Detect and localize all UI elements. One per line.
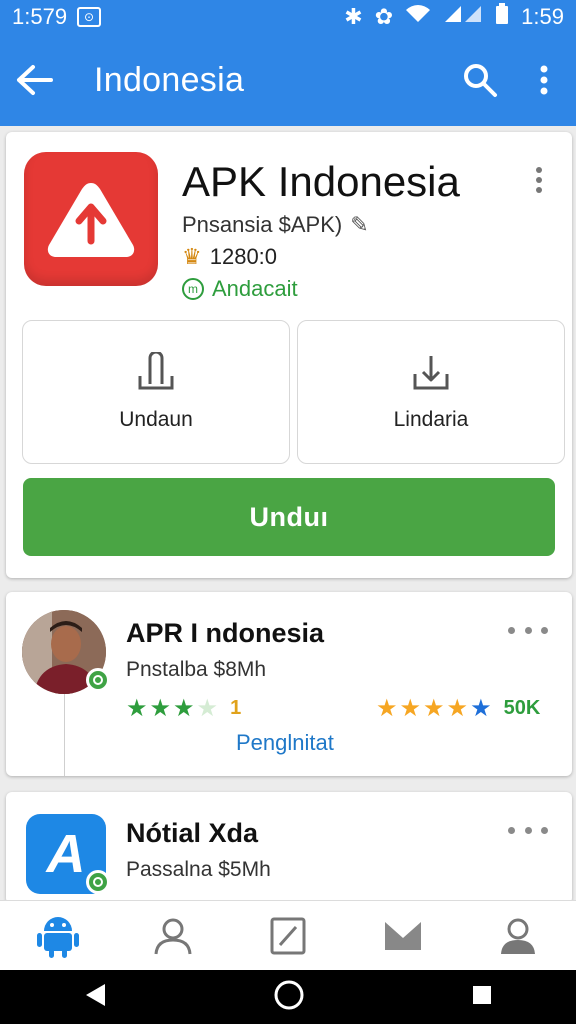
recents-button[interactable]: [471, 984, 493, 1011]
list-item-link[interactable]: Penglnitat: [236, 730, 334, 756]
undaun-tile-button[interactable]: Undaun: [22, 320, 290, 464]
back-button[interactable]: [0, 34, 70, 126]
sync-icon: ✿: [374, 4, 394, 29]
home-icon: [274, 980, 304, 1009]
star-icon: ★: [173, 695, 195, 722]
home-button[interactable]: [273, 979, 305, 1016]
page-title: Indonesia: [94, 60, 245, 99]
more-vertical-icon: [540, 65, 548, 95]
app-downloads-row: ♛ 1280:0: [182, 244, 277, 270]
star-icon: ★: [126, 695, 148, 722]
list-item[interactable]: A Nótial Xda Passalna $5Mh: [6, 792, 572, 904]
status-time-left: 1:579: [12, 4, 68, 29]
list-item-title: APR I ndonesia: [126, 618, 325, 648]
nav-item-profile[interactable]: [115, 901, 230, 970]
star-icon: ★: [399, 695, 422, 722]
app-title: APK Indonesia: [182, 158, 460, 205]
list-item[interactable]: APR I ndonesia Pnstalba $8Mh ★ ★ ★ ★ 1 ★…: [6, 592, 572, 776]
star-icon: ★: [149, 695, 172, 722]
overflow-menu-button[interactable]: [512, 34, 576, 126]
back-button[interactable]: [83, 982, 107, 1013]
upload-tray-icon: [138, 352, 174, 390]
list-item-subtitle: Pnstalba $8Mh: [126, 658, 267, 681]
person-icon: [154, 918, 192, 954]
mail-icon: [385, 921, 422, 950]
star-empty-icon: ★: [196, 695, 219, 722]
battery-icon: [495, 3, 509, 31]
download-tray-icon: [413, 356, 449, 390]
notification-icon: ⊙: [77, 7, 102, 27]
status-bar: 1:579 ⊙ ✱ ✿ 1:59: [0, 0, 576, 34]
online-badge-icon: [86, 870, 110, 894]
rating-right: ★ ★ ★ ★ ★ 50K: [376, 694, 540, 723]
more-horizontal-icon[interactable]: [508, 820, 548, 840]
app-subtitle: Pnsansia $APK): [182, 212, 343, 237]
more-vertical-icon: [536, 167, 542, 193]
nav-item-account[interactable]: [461, 901, 576, 970]
lindaria-tile-label: Lindaria: [393, 408, 469, 431]
star-icon: ★: [446, 695, 469, 722]
app-status-row: m Andacait: [182, 276, 298, 302]
star-icon: ★: [423, 695, 445, 722]
app-downloads: 1280:0: [209, 244, 278, 269]
undaun-tile-label: Undaun: [119, 408, 193, 431]
signal-icon: [443, 4, 483, 30]
download-button[interactable]: Unduı: [23, 478, 555, 556]
bottom-navigation: [0, 900, 576, 970]
android-icon: [36, 916, 79, 958]
verified-icon: m: [182, 278, 204, 300]
edit-pencil-icon[interactable]: ✎: [350, 212, 368, 238]
rating-right-count: 50K: [503, 697, 541, 719]
back-icon: [86, 983, 105, 1006]
list-item-subtitle: Passalna $5Mh: [126, 858, 271, 881]
trophy-icon: ♛: [182, 244, 202, 269]
arrow-left-icon: [17, 65, 53, 95]
rating-left-count: 1: [230, 697, 242, 719]
nav-item-android[interactable]: [0, 901, 115, 970]
list-item-title: Nótial Xda: [126, 818, 259, 848]
app-card-menu-button[interactable]: [524, 160, 554, 200]
nav-item-mail[interactable]: [346, 901, 461, 970]
edit-icon: [270, 917, 306, 954]
app-subtitle-row: Pnsansia $APK) ✎: [182, 212, 369, 238]
account-icon: [501, 918, 536, 954]
app-logo: [24, 152, 158, 286]
status-time-right: 1:59: [521, 4, 564, 29]
star-icon: ★: [470, 695, 492, 722]
online-badge-icon: [86, 668, 110, 692]
app-detail-card: APK Indonesia Pnsansia $APK) ✎ ♛ 1280:0 …: [6, 132, 572, 578]
search-icon: [464, 64, 497, 97]
recents-icon: [473, 985, 491, 1004]
upload-triangle-icon: [47, 183, 135, 257]
lindaria-tile-button[interactable]: Lindaria: [297, 320, 565, 464]
search-button[interactable]: [448, 34, 512, 126]
more-horizontal-icon[interactable]: [508, 620, 548, 640]
nav-item-edit[interactable]: [230, 901, 345, 970]
app-bar: Indonesia: [0, 34, 576, 126]
app-status: Andacait: [212, 276, 298, 301]
rating-left: ★ ★ ★ ★ 1: [126, 694, 241, 723]
bluetooth-icon: ✱: [344, 4, 363, 29]
star-icon: ★: [376, 695, 398, 722]
wifi-icon: [405, 4, 431, 30]
system-navigation-bar: [0, 970, 576, 1024]
divider-line: [64, 694, 65, 776]
